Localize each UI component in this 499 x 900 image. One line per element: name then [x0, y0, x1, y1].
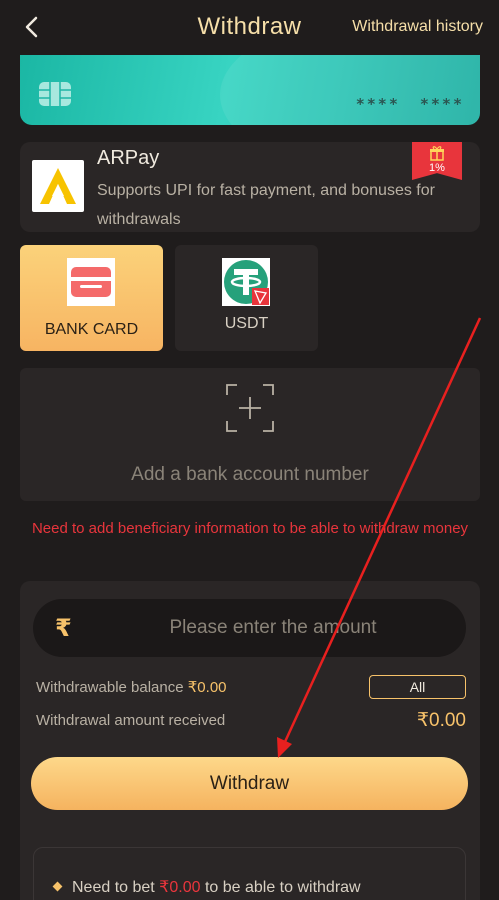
bonus-percent: 1%	[429, 162, 445, 174]
received-amount-label: Withdrawal amount received	[36, 712, 226, 729]
bank-card-preview: **** ****	[20, 55, 480, 125]
bonus-badge: 1%	[412, 142, 462, 180]
withdraw-button[interactable]: Withdraw	[31, 757, 468, 810]
arpay-logo	[32, 160, 84, 212]
rupee-icon: ₹	[55, 615, 72, 642]
method-bank-card[interactable]: BANK CARD	[20, 245, 163, 351]
gift-icon	[430, 146, 444, 161]
add-bank-account[interactable]: Add a bank account number	[20, 368, 480, 501]
bet-requirement-box: Need to bet ₹0.00 to be able to withdraw	[33, 847, 466, 900]
card-chip-icon	[39, 82, 71, 106]
arpay-name: ARPay	[97, 147, 160, 169]
arpay-promo[interactable]: ARPay Supports UPI for fast payment, and…	[20, 142, 480, 232]
beneficiary-warning: Need to add beneficiary information to b…	[31, 520, 469, 537]
withdrawable-balance: Withdrawable balance ₹0.00	[36, 678, 227, 696]
diamond-bullet-icon	[52, 881, 63, 892]
method-usdt[interactable]: USDT	[175, 245, 318, 351]
usdt-tether-icon	[222, 258, 270, 306]
amount-field[interactable]: ₹	[33, 599, 466, 657]
add-plus-icon	[226, 384, 274, 432]
note-prefix: Need to bet	[72, 879, 160, 896]
arpay-description: Supports UPI for fast payment, and bonus…	[97, 182, 435, 228]
withdraw-panel: ₹ Withdrawable balance ₹0.00 All Withdra…	[20, 581, 480, 900]
withdrawable-balance-label: Withdrawable balance	[36, 679, 188, 696]
card-number-masked: **** ****	[336, 95, 464, 113]
all-button[interactable]: All	[369, 675, 466, 699]
note-amount: ₹0.00	[159, 879, 201, 896]
note-suffix: to be able to withdraw	[200, 879, 361, 896]
add-bank-label: Add a bank account number	[131, 464, 369, 485]
method-usdt-label: USDT	[224, 315, 269, 332]
header-bar: Withdraw Withdrawal history	[0, 0, 499, 55]
withdrawable-balance-value: ₹0.00	[187, 679, 227, 696]
card-number-part1: ****	[355, 95, 400, 113]
method-bank-card-label: BANK CARD	[44, 321, 139, 338]
amount-input[interactable]	[93, 599, 453, 657]
received-amount-value: ₹0.00	[416, 710, 466, 731]
bank-card-icon	[67, 258, 115, 306]
withdrawal-history-link[interactable]: Withdrawal history	[352, 18, 483, 36]
card-number-part2: ****	[419, 95, 464, 113]
bet-requirement-note: Need to bet ₹0.00 to be able to withdraw	[52, 877, 361, 897]
arpay-logo-icon	[40, 168, 76, 204]
